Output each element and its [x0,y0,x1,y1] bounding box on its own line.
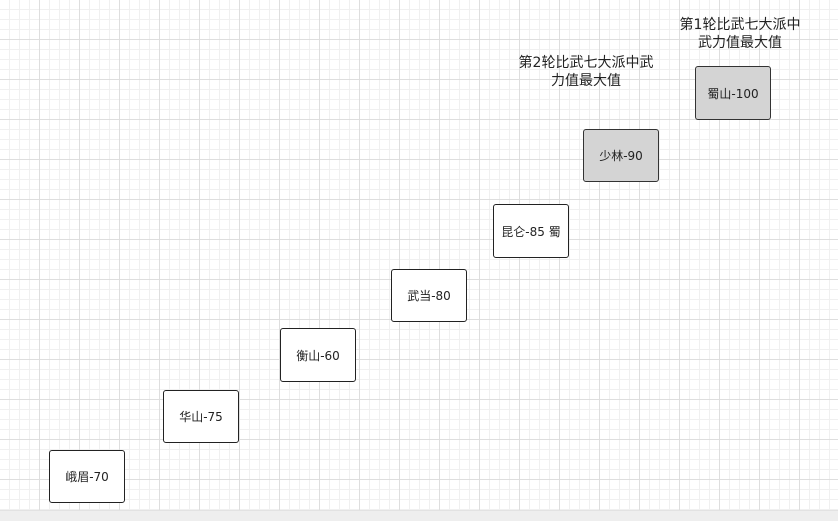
node-shushan[interactable]: 蜀山-100 [695,66,771,120]
node-label: 峨眉-70 [65,470,109,484]
node-emei[interactable]: 峨眉-70 [49,450,125,503]
node-wudang[interactable]: 武当-80 [391,269,467,322]
node-label: 华山-75 [179,410,223,424]
node-huashan[interactable]: 华山-75 [163,390,239,443]
node-label: 武当-80 [407,289,451,303]
round2-note-line1: 第2轮比武七大派中武 [518,55,654,71]
node-label: 蜀山-100 [707,86,759,101]
node-hengshan[interactable]: 衡山-60 [280,328,356,382]
round2-note: 第2轮比武七大派中武 力值最大值 [500,54,672,90]
node-label: 少林-90 [599,149,643,163]
round1-note: 第1轮比武七大派中 武力值最大值 [665,16,815,52]
bottom-scrollbar[interactable] [0,510,838,521]
round2-note-line2: 力值最大值 [551,73,621,89]
round1-note-line1: 第1轮比武七大派中 [679,17,801,33]
node-kunlun[interactable]: 昆仑-85 蜀 [493,204,569,258]
node-shaolin[interactable]: 少林-90 [583,129,659,182]
node-label: 衡山-60 [296,348,340,363]
diagram-canvas: 峨眉-70 华山-75 衡山-60 武当-80 昆仑-85 蜀 少林-90 蜀山… [0,0,838,510]
node-label: 昆仑-85 蜀 [501,224,561,239]
round1-note-line2: 武力值最大值 [698,35,782,51]
